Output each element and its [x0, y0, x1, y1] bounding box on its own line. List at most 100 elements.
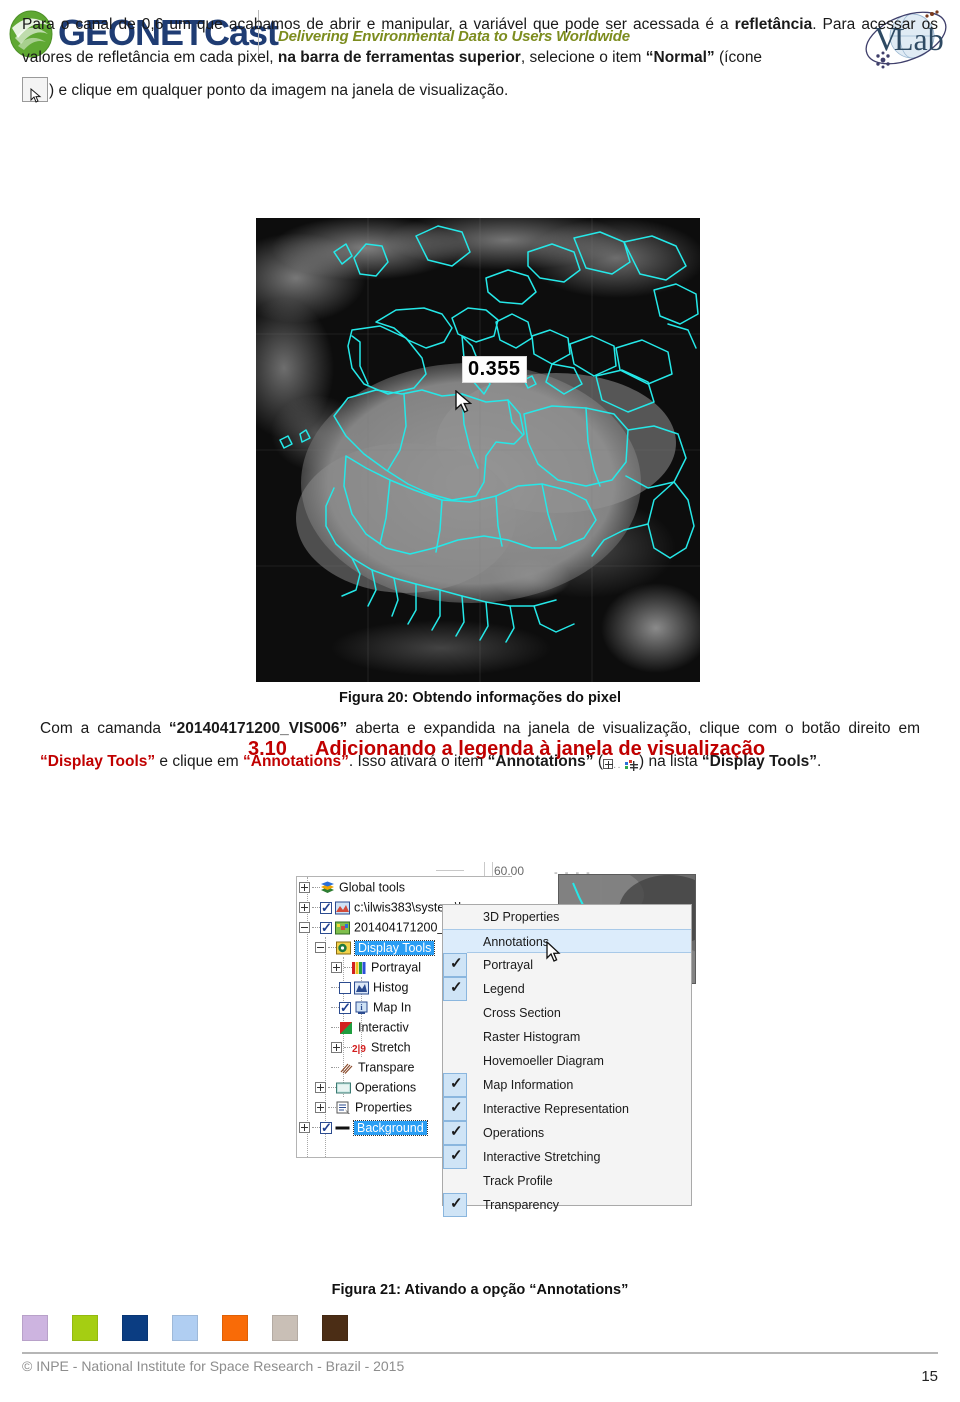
expand-plus-icon[interactable]: [315, 1082, 326, 1094]
tree-connector: [312, 1127, 320, 1129]
figure-21-ilwis-screenshot: 60.00 - - - - Global tools ✓c:\ilwis383\…: [296, 862, 696, 1280]
layer-checkbox[interactable]: [320, 918, 332, 938]
menu-item-track-profile[interactable]: Track Profile: [443, 1169, 691, 1193]
tree-label: Map In: [373, 1000, 412, 1015]
raster-icon: [335, 921, 350, 935]
map-icon: [335, 901, 350, 915]
p2-s6: ) na lista: [639, 753, 702, 770]
menu-item-cross-section[interactable]: Cross Section: [443, 1001, 691, 1025]
tree-connector: [344, 967, 352, 969]
tree-label: Interactiv: [358, 1020, 409, 1035]
menu-item-portrayal[interactable]: Portrayal: [443, 952, 691, 977]
menu-item-label: Interactive Representation: [483, 1102, 629, 1116]
figure-21-caption: Figura 21: Ativando a opção “Annotations…: [331, 1282, 629, 1298]
p2-s7: .: [817, 753, 822, 770]
info-icon: i: [354, 1001, 369, 1015]
tree-label: Portrayal: [371, 960, 422, 975]
menu-item-operations[interactable]: Operations: [443, 1120, 691, 1145]
p1-bold-normal: “Normal”: [645, 49, 715, 66]
menu-check-gutter: [443, 1049, 467, 1073]
annotations-glyph-icon: [625, 751, 639, 771]
swatch-4: [172, 1315, 198, 1341]
menu-item-interactive-representation[interactable]: Interactive Representation: [443, 1096, 691, 1121]
p1-s1: Para o canal de 0,6 um que acabamos de a…: [22, 16, 735, 33]
annotations-paragraph: Com a camanda “201404171200_VIS006” aber…: [40, 712, 920, 784]
expand-plus-icon[interactable]: [299, 882, 310, 894]
mouse-cursor-icon: [454, 390, 472, 414]
interactive-icon: [339, 1021, 354, 1035]
tree-connector: [312, 927, 320, 929]
menu-item-3d-properties[interactable]: 3D Properties: [443, 905, 691, 929]
expand-plus-icon: [603, 759, 613, 769]
expand-plus-icon[interactable]: [299, 1122, 310, 1134]
menu-item-label: Legend: [483, 982, 525, 996]
expand-plus-icon[interactable]: [331, 1042, 342, 1054]
tree-connector: [328, 1107, 336, 1109]
layer-checkbox[interactable]: [339, 998, 351, 1018]
menu-check-gutter: [443, 1120, 467, 1145]
swatch-2: [72, 1315, 98, 1341]
menu-check-gutter: [443, 1144, 467, 1169]
p1-bold-toolbar: na barra de ferramentas superior: [277, 49, 521, 66]
menu-check-gutter: [443, 1025, 467, 1049]
layers-icon: [320, 881, 335, 895]
menu-item-map-information[interactable]: Map Information: [443, 1072, 691, 1097]
p2-annotations-bold: “Annotations”: [487, 753, 594, 770]
menu-item-hovemoeller-diagram[interactable]: Hovemoeller Diagram: [443, 1049, 691, 1073]
menu-check-gutter: [443, 1192, 467, 1217]
layer-checkbox[interactable]: [320, 1118, 332, 1138]
display-tools-icon: [336, 941, 351, 955]
p2-s5: (: [593, 753, 603, 770]
menu-item-transparency[interactable]: Transparency: [443, 1192, 691, 1217]
collapse-minus-icon[interactable]: [315, 942, 326, 954]
menu-item-label: Interactive Stretching: [483, 1150, 601, 1164]
p1-s3: , selecione o item: [520, 49, 646, 66]
figure-20-satellite-image: 0.355: [256, 218, 700, 682]
tree-connector: [331, 1027, 339, 1029]
display-tools-context-menu[interactable]: 3D Properties Annotations Portrayal Lege…: [442, 904, 692, 1217]
menu-check-gutter: [443, 952, 467, 977]
tree-connector: [344, 1047, 352, 1049]
collapse-minus-icon[interactable]: [299, 922, 310, 934]
menu-check-gutter: [443, 930, 467, 954]
figure-20-caption: Figura 20: Obtendo informações do pixel: [339, 690, 621, 706]
tree-label: Histog: [373, 980, 409, 995]
tree-label: Display Tools: [353, 939, 436, 956]
footer-color-swatches: [22, 1315, 348, 1341]
expand-plus-icon[interactable]: [299, 902, 310, 914]
mouse-cursor-icon: [545, 940, 561, 965]
page-number: 15: [921, 1368, 938, 1385]
axis-tick-line-3: [436, 870, 464, 871]
menu-item-raster-histogram[interactable]: Raster Histogram: [443, 1025, 691, 1049]
normal-cursor-tool-icon[interactable]: [22, 77, 48, 103]
menu-item-interactive-stretching[interactable]: Interactive Stretching: [443, 1144, 691, 1169]
inline-annotations-tree-icon: ··: [603, 749, 639, 784]
menu-item-legend[interactable]: Legend: [443, 976, 691, 1001]
tree-label: Background: [353, 1119, 428, 1136]
intro-paragraph: Para o canal de 0,6 um que acabamos de a…: [22, 8, 938, 107]
pixel-value-tooltip: 0.355: [462, 356, 527, 383]
background-icon: [335, 1121, 350, 1135]
tree-connector: [328, 1087, 336, 1089]
menu-item-label: Raster Histogram: [483, 1030, 581, 1044]
layer-checkbox[interactable]: [320, 898, 332, 918]
expand-plus-icon[interactable]: [331, 962, 342, 974]
tree-connector: [328, 947, 336, 949]
menu-item-label: Transparency: [483, 1198, 559, 1212]
tree-item-global-tools[interactable]: Global tools: [297, 877, 512, 897]
footer-divider: [22, 1352, 938, 1354]
p2-display-tools-bold: “Display Tools”: [701, 753, 818, 770]
menu-item-label: Portrayal: [483, 958, 534, 972]
tree-label: Global tools: [339, 880, 406, 895]
layer-checkbox[interactable]: [339, 981, 351, 994]
p2-annotations-ref: “Annotations”: [243, 753, 349, 770]
swatch-7: [322, 1315, 348, 1341]
menu-item-annotations[interactable]: Annotations: [443, 929, 691, 954]
menu-check-gutter: [443, 1169, 467, 1193]
menu-item-label: Track Profile: [483, 1174, 553, 1188]
swatch-6: [272, 1315, 298, 1341]
transparency-icon: [339, 1061, 354, 1075]
p2-s3: e clique em: [155, 753, 244, 770]
expand-plus-icon[interactable]: [315, 1102, 326, 1114]
portrayal-icon: [352, 961, 367, 975]
